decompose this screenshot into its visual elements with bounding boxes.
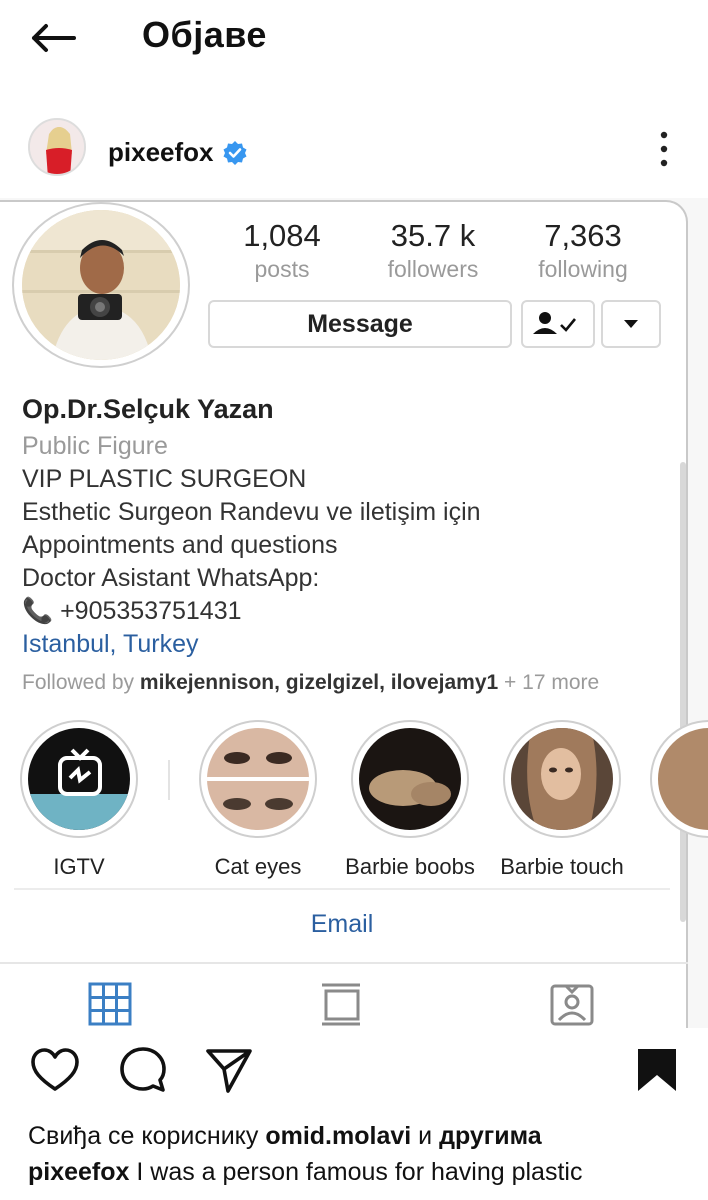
followed-by[interactable]: Followed by mikejennison, gizelgizel, il… <box>22 671 682 695</box>
likes-prefix: Свиђа се кориснику <box>28 1122 259 1150</box>
highlight-partial[interactable] <box>650 720 708 838</box>
highlight-label: IGTV <box>53 854 105 879</box>
bio-line: Esthetic Surgeon Randevu ve iletişim içi… <box>22 498 481 526</box>
divider <box>0 962 688 964</box>
stat-following-value: 7,363 <box>544 218 622 253</box>
follow-check-icon <box>533 312 577 334</box>
likes-user[interactable]: omid.molavi <box>265 1122 411 1150</box>
following-button[interactable] <box>521 300 595 348</box>
share-icon[interactable] <box>204 1045 254 1095</box>
highlight-ring <box>351 720 469 838</box>
post-author-username[interactable]: pixeefox <box>108 137 214 168</box>
stat-following-label: following <box>538 256 628 282</box>
highlight-separator <box>168 760 170 800</box>
profile-avatar <box>22 210 180 360</box>
stat-followers[interactable]: 35.7 k followers <box>363 218 503 283</box>
followed-by-prefix: Followed by <box>22 671 135 694</box>
divider <box>14 888 670 890</box>
bio-line: Doctor Asistant WhatsApp: <box>22 564 320 592</box>
igtv-icon <box>28 728 130 830</box>
more-vertical-icon <box>660 131 668 167</box>
highlight-ring <box>20 720 138 838</box>
suggestions-dropdown-button[interactable] <box>601 300 661 348</box>
highlight-cover <box>359 728 461 830</box>
likes-others[interactable]: другима <box>439 1122 542 1150</box>
highlight-barbie-boobs[interactable]: Barbie boobs <box>345 720 475 880</box>
highlight-ring <box>503 720 621 838</box>
more-options-button[interactable] <box>652 129 676 169</box>
highlight-cover <box>28 728 130 830</box>
back-arrow-icon <box>32 24 76 52</box>
post-image[interactable]: 1,084 posts 35.7 k followers 7,363 follo… <box>0 198 708 1028</box>
highlight-label: Barbie touch <box>500 854 624 879</box>
post-author-avatar[interactable] <box>28 118 86 176</box>
bio-line: VIP PLASTIC SURGEON <box>22 465 307 493</box>
post-header: pixeefox <box>0 115 708 190</box>
post-actions <box>0 1045 708 1105</box>
highlight-label: Cat eyes <box>214 854 302 879</box>
followed-by-users: mikejennison, gizelgizel, ilovejamy1 <box>139 671 499 694</box>
page-title: Објаве <box>142 14 267 55</box>
highlight-cat-eyes[interactable]: Cat eyes <box>193 720 323 880</box>
highlight-label: Barbie boobs <box>345 854 475 879</box>
highlight-igtv[interactable]: IGTV <box>14 720 144 880</box>
verified-badge-icon <box>223 141 247 165</box>
tagged-icon[interactable] <box>550 982 594 1026</box>
stat-following[interactable]: 7,363 following <box>513 218 653 283</box>
message-button[interactable]: Message <box>208 300 512 348</box>
stat-posts-value: 1,084 <box>243 218 321 253</box>
profile-name: Op.Dr.Selçuk Yazan <box>22 394 274 424</box>
highlight-cover <box>511 728 613 830</box>
profile-location-link[interactable]: Istanbul, Turkey <box>22 628 682 661</box>
highlight-ring <box>650 720 708 838</box>
likes-conj: и <box>418 1122 433 1150</box>
stat-followers-label: followers <box>387 256 479 282</box>
caret-down-icon <box>624 320 638 328</box>
highlight-ring <box>199 720 317 838</box>
top-app-bar: Објаве <box>0 0 708 75</box>
likes-summary[interactable]: Свиђа се кориснику omid.molavi и другима <box>28 1122 542 1151</box>
highlight-cover <box>658 728 708 830</box>
followed-by-plus: + 17 more <box>504 671 600 694</box>
stat-posts-label: posts <box>254 256 310 282</box>
bookmark-icon[interactable] <box>632 1045 682 1095</box>
profile-bio: Op.Dr.Selçuk Yazan Public Figure VIP PLA… <box>22 394 682 695</box>
back-button[interactable] <box>30 18 80 58</box>
stat-followers-value: 35.7 k <box>390 218 476 253</box>
bio-line: 📞 +905353751431 <box>22 597 242 625</box>
heart-icon[interactable] <box>30 1045 80 1095</box>
stat-posts[interactable]: 1,084 posts <box>212 218 352 283</box>
highlight-barbie-touch[interactable]: Barbie touch <box>497 720 627 880</box>
highlight-cover <box>207 728 309 830</box>
email-button[interactable]: Email <box>0 910 684 939</box>
grid-icon[interactable] <box>88 982 132 1026</box>
profile-category: Public Figure <box>22 432 168 460</box>
profile-screenshot-frame: 1,084 posts 35.7 k followers 7,363 follo… <box>0 200 708 1028</box>
bio-line: Appointments and questions <box>22 531 338 559</box>
feed-icon[interactable] <box>320 982 364 1026</box>
caption-username[interactable]: pixeefox <box>28 1158 129 1186</box>
comment-icon[interactable] <box>118 1045 168 1095</box>
post-caption: pixeefox I was a person famous for havin… <box>28 1158 582 1187</box>
caption-text: I was a person famous for having plastic <box>136 1158 583 1186</box>
